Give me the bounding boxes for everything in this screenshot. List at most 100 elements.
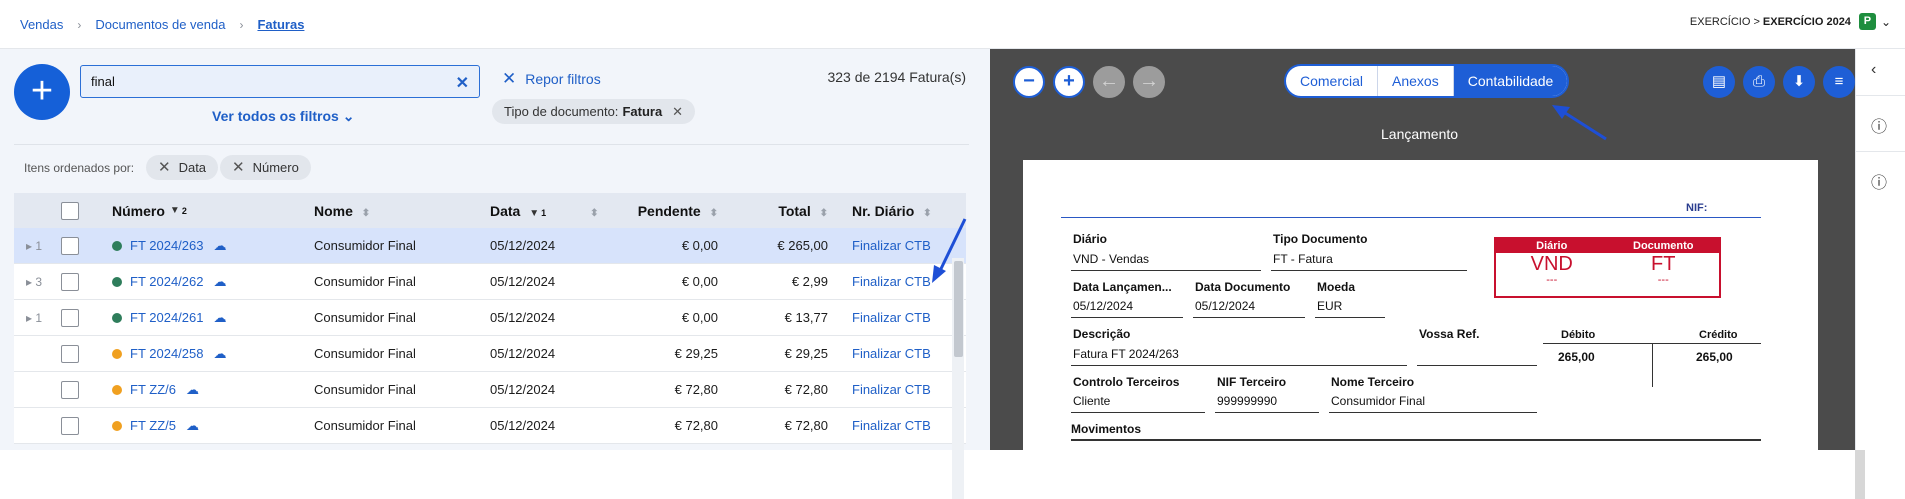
exercise-selector[interactable]: EXERCÍCIO > EXERCÍCIO 2024 P ⌄ [1690,13,1891,30]
tab-anexos[interactable]: Anexos [1378,66,1454,96]
debito-value: 265,00 [1558,350,1595,364]
previous-button[interactable]: ← [1093,66,1125,98]
list-panel: + ✕ ✕ Repor filtros 323 de 2194 Fatura(s… [0,49,990,499]
clear-search-icon[interactable]: ✕ [456,73,469,93]
header-numero-label: Número [112,202,165,219]
row-checkbox[interactable] [61,344,79,363]
movimentos-label: Movimentos [1071,422,1142,436]
tipo-doc-value: FT - Fatura [1273,252,1333,266]
print-icon[interactable]: ⎙ [1743,66,1775,98]
credito-label: Crédito [1699,329,1738,341]
finalize-ctb-link[interactable]: Finalizar CTB [840,418,940,433]
chevron-down-icon[interactable]: ⌄ [1881,15,1891,29]
sort-index: 1 [541,207,547,218]
document-link[interactable]: FT ZZ/5 [130,418,176,433]
cloud-upload-icon[interactable]: ☁ [213,310,226,326]
row-checkbox[interactable] [61,236,79,255]
cell-data: 05/12/2024 [490,238,556,253]
document-link[interactable]: FT 2024/258 [130,346,203,361]
info-icon[interactable]: ⓘ [1871,113,1887,137]
cloud-upload-icon[interactable]: ☁ [213,346,226,362]
zoom-in-button[interactable]: + [1053,66,1085,98]
sort-index: 2 [181,205,187,216]
menu-icon[interactable]: ≡ [1823,66,1855,98]
reset-filters-button[interactable]: ✕ Repor filtros [502,69,601,89]
header-total[interactable]: Total ⬍ [730,203,840,219]
status-badge: P [1858,13,1876,30]
cell-data: 05/12/2024 [490,274,556,289]
cell-data: 05/12/2024 [490,418,556,433]
info-icon[interactable]: ⓘ [1871,169,1887,193]
credito-value: 265,00 [1696,350,1733,364]
expand-row-icon[interactable]: ▸ 3 [14,275,48,289]
next-button[interactable]: → [1133,66,1165,98]
moeda-value: EUR [1317,299,1343,313]
cell-nome: Consumidor Final [314,346,416,361]
header-data[interactable]: Data ▼ 1 ⬍ [488,203,620,219]
cloud-upload-icon[interactable]: ☁ [186,418,199,434]
cloud-upload-icon[interactable]: ☁ [213,238,226,254]
top-bar: Vendas › Documentos de venda › Faturas E… [0,0,1905,49]
add-document-button[interactable]: + [14,64,70,120]
table-row[interactable]: FT ZZ/5 ☁ Consumidor Final 05/12/2024 € 72,8… [14,408,966,444]
chevron-left-icon[interactable]: ‹ [1871,61,1876,79]
cloud-upload-icon[interactable]: ☁ [213,274,226,290]
tab-comercial[interactable]: Comercial [1286,66,1379,96]
row-checkbox[interactable] [61,416,79,435]
breadcrumb-documentos-venda[interactable]: Documentos de venda [95,17,225,32]
divider [1061,217,1761,218]
header-nome-label: Nome [314,202,353,219]
box-documento-label: Documento [1633,240,1694,252]
row-checkbox[interactable] [61,380,79,399]
table-row[interactable]: ▸ 1 FT 2024/261 ☁ Consumidor Final 05/12/202… [14,300,966,336]
zoom-out-button[interactable]: − [1013,66,1045,98]
finalize-ctb-link[interactable]: Finalizar CTB [840,310,940,325]
header-select-all [48,201,92,220]
view-all-filters-button[interactable]: Ver todos os filtros ⌄ [212,108,354,125]
table-row[interactable]: FT 2024/258 ☁ Consumidor Final 05/12/2024 € … [14,336,966,372]
header-diario[interactable]: Nr. Diário ⬍ [840,203,940,219]
remove-order-icon[interactable]: ✕ [158,155,171,180]
finalize-ctb-link[interactable]: Finalizar CTB [840,238,940,253]
select-all-checkbox[interactable] [61,201,79,220]
header-numero[interactable]: Número ▼ 2 [92,203,314,219]
data-documento-value: 05/12/2024 [1195,299,1256,313]
filter-chip-doc-type: Tipo de documento: Fatura ✕ [492,99,696,124]
table-row[interactable]: ▸ 3 FT 2024/262 ☁ Consumidor Final 05/12/202… [14,264,966,300]
remove-filter-icon[interactable]: ✕ [672,99,683,124]
cell-total: € 13,77 [784,310,828,325]
document-link[interactable]: FT 2024/263 [130,238,203,253]
data-lancamento-label: Data Lançamen... [1073,280,1172,294]
finalize-ctb-link[interactable]: Finalizar CTB [840,382,940,397]
table-row[interactable]: ▸ 1 FT 2024/263 ☁ Consumidor Final 05/12/202… [14,228,966,264]
breadcrumb-vendas[interactable]: Vendas [20,17,63,32]
document-link[interactable]: FT 2024/261 [130,310,203,325]
controlo-terceiros-value: Cliente [1073,394,1111,408]
expand-row-icon[interactable]: ▸ 1 [14,239,48,253]
document-link[interactable]: FT ZZ/6 [130,382,176,397]
cloud-upload-icon[interactable]: ☁ [186,382,199,398]
table-row[interactable]: FT ZZ/6 ☁ Consumidor Final 05/12/2024 € 72,8… [14,372,966,408]
header-pendente[interactable]: Pendente ⬍ [620,203,730,219]
breadcrumb-faturas[interactable]: Faturas [257,17,304,32]
finalize-ctb-link[interactable]: Finalizar CTB [840,274,940,289]
header-pendente-label: Pendente [637,202,701,219]
finalize-ctb-link[interactable]: Finalizar CTB [840,346,940,361]
header-nome[interactable]: Nome ⬍ [314,203,488,219]
document-icon[interactable]: ▤ [1703,66,1735,98]
pdf-icon[interactable]: ⬇ [1783,66,1815,98]
cell-numero: FT ZZ/6 ☁ [92,382,314,398]
expand-row-icon[interactable]: ▸ 1 [14,311,48,325]
divider [1856,151,1905,152]
viewer-heading: Lançamento [1381,126,1459,142]
document-link[interactable]: FT 2024/262 [130,274,203,289]
cell-numero: FT ZZ/5 ☁ [92,418,314,434]
reset-filters-label: Repor filtros [525,71,601,87]
cell-numero: FT 2024/258 ☁ [92,346,314,362]
row-checkbox[interactable] [61,272,79,291]
search-input[interactable] [81,66,441,97]
tab-contabilidade[interactable]: Contabilidade [1453,66,1568,96]
remove-order-icon[interactable]: ✕ [232,155,245,180]
result-count: 323 de 2194 Fatura(s) [827,69,966,85]
row-checkbox[interactable] [61,308,79,327]
